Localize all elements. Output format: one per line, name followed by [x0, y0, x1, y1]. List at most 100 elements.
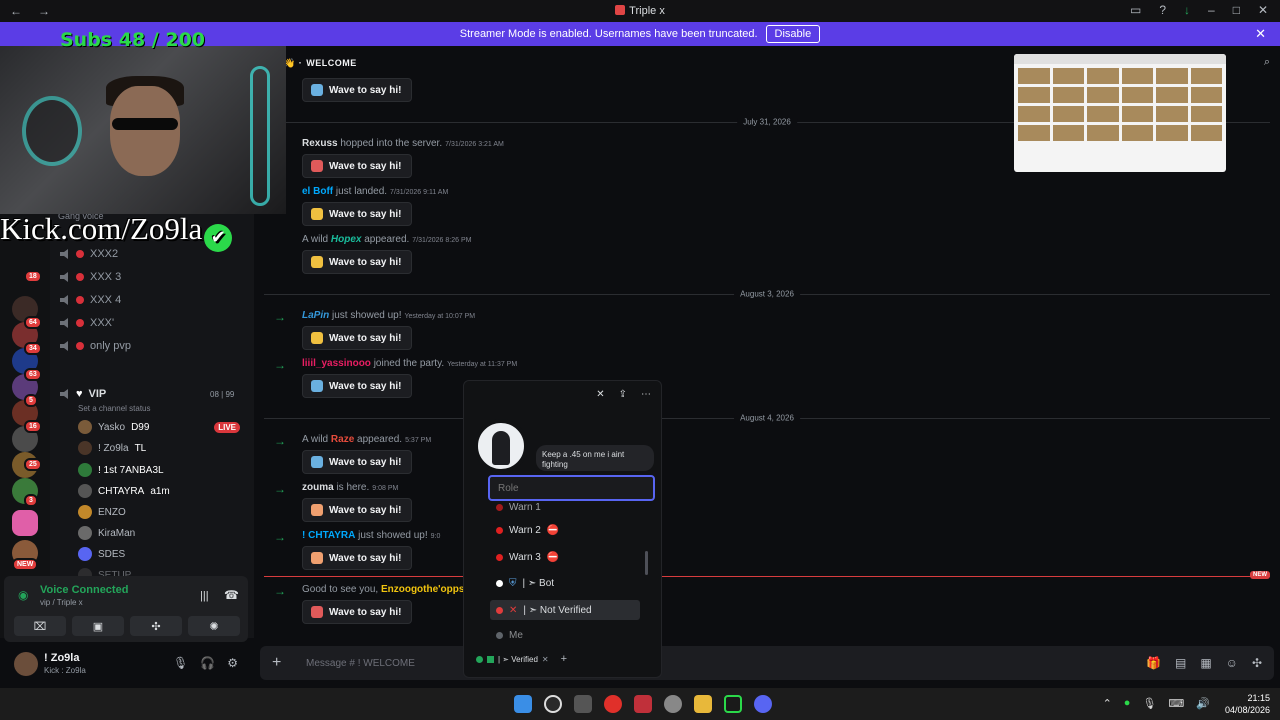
opera-icon[interactable]: [604, 695, 622, 713]
headphones-icon[interactable]: 🎧: [200, 656, 215, 670]
server-icon: [615, 5, 626, 15]
settings-icon[interactable]: ⚙: [227, 656, 238, 670]
message-composer[interactable]: + Message # ! WELCOME 🎁 ▤ ▦ ☺ ✣: [260, 646, 1274, 680]
unread-badge: 18: [24, 270, 42, 283]
inbox-icon[interactable]: ▭: [1130, 3, 1141, 17]
app-icon[interactable]: [574, 695, 592, 713]
voice-channel[interactable]: only pvp: [60, 336, 131, 356]
shield-icon: ⛨: [509, 577, 517, 589]
help-icon[interactable]: ?: [1159, 3, 1166, 17]
join-message: liiil_yassinooo joined the party. Yesterd…: [302, 358, 518, 369]
voice-channel[interactable]: XXX 4: [60, 290, 121, 310]
add-role-icon[interactable]: +: [561, 653, 567, 665]
activities-button[interactable]: ✣: [130, 616, 182, 636]
wave-button[interactable]: Wave to say hi!: [302, 498, 413, 522]
gif-icon[interactable]: ▤: [1175, 656, 1186, 670]
role-option[interactable]: Warn 3 ⛔: [490, 547, 640, 567]
wave-button[interactable]: Wave to say hi!: [302, 374, 413, 398]
disable-button[interactable]: Disable: [765, 25, 821, 43]
wave-button[interactable]: Wave to say hi!: [302, 202, 413, 226]
mic-icon[interactable]: 🎙: [1142, 697, 1156, 710]
verified-icon: ✔: [204, 224, 233, 252]
date-divider: August 3, 2026: [264, 289, 1270, 299]
volume-icon[interactable]: 🔊: [1196, 697, 1210, 710]
role-option[interactable]: ⛨ | ➣ Bot: [490, 573, 640, 593]
no-entry-icon: ⛔: [546, 551, 560, 563]
start-icon[interactable]: [514, 695, 532, 713]
search-icon[interactable]: ⌕: [1264, 56, 1270, 69]
voice-channel[interactable]: XXX 3: [60, 267, 121, 287]
disconnect-icon[interactable]: ☎: [224, 588, 239, 602]
voice-member[interactable]: ! Zo9la TL: [78, 439, 146, 457]
speaker-icon: [60, 389, 68, 399]
voice-member[interactable]: ! 1st 7ANBA3L: [78, 461, 164, 479]
add-attachment-icon[interactable]: +: [272, 654, 292, 672]
kick-icon[interactable]: [724, 695, 742, 713]
role-option[interactable]: Me: [490, 625, 640, 645]
settings-icon[interactable]: [664, 695, 682, 713]
mic-icon[interactable]: 🎙: [173, 656, 188, 670]
shield-icon[interactable]: ●: [1124, 697, 1131, 710]
voice-member[interactable]: SDES: [78, 545, 125, 563]
voice-channel-name[interactable]: vip / Triple x: [40, 598, 83, 607]
sticker-icon[interactable]: ▦: [1200, 656, 1211, 670]
wave-button[interactable]: Wave to say hi!: [302, 450, 413, 474]
maximize-icon[interactable]: □: [1233, 3, 1240, 17]
gift-icon[interactable]: 🎁: [1146, 656, 1161, 670]
unread-badge: 16: [24, 420, 42, 433]
wave-button[interactable]: Wave to say hi!: [302, 546, 413, 570]
username[interactable]: ! Zo9la: [44, 652, 79, 664]
screen-share-button[interactable]: ▣: [72, 616, 124, 636]
join-message: A wild Hopex appeared. 7/31/2026 8:26 PM: [302, 234, 472, 245]
more-icon[interactable]: ⋯: [641, 389, 651, 400]
wave-button[interactable]: Wave to say hi!: [302, 326, 413, 350]
remove-role-icon[interactable]: ✕: [542, 655, 549, 664]
emoji-icon[interactable]: ☺: [1226, 656, 1238, 670]
folder-icon[interactable]: [694, 695, 712, 713]
apps-icon[interactable]: ✣: [1252, 656, 1262, 670]
network-icon[interactable]: ⌨: [1168, 697, 1184, 710]
camera-button[interactable]: ⌧: [14, 616, 66, 636]
scrollbar[interactable]: [645, 551, 648, 575]
wave-button[interactable]: Wave to say hi!: [302, 78, 413, 102]
unread-badge: 25: [24, 458, 42, 471]
avatar[interactable]: [14, 652, 38, 676]
wave-button[interactable]: Wave to say hi!: [302, 600, 413, 624]
close-icon[interactable]: ✕: [1258, 3, 1268, 17]
download-icon[interactable]: ↓: [1184, 3, 1190, 17]
voice-member[interactable]: CHTAYRA a1m: [78, 482, 170, 500]
wave-button[interactable]: Wave to say hi!: [302, 154, 413, 178]
noise-icon[interactable]: |||: [200, 590, 209, 602]
user-limit: 08 | 99: [210, 390, 235, 399]
signal-icon[interactable]: ◉: [18, 588, 28, 602]
screenshot-thumbnail[interactable]: [1014, 54, 1226, 172]
voice-channel-vip[interactable]: ♥ VIP: [60, 384, 106, 404]
voice-member[interactable]: Yasko D99: [78, 418, 149, 436]
role-option[interactable]: ✕ | ➣ Not Verified: [490, 600, 640, 620]
role-option[interactable]: Warn 2 ⛔: [490, 520, 640, 540]
clock[interactable]: 21:15 04/08/2026: [1225, 692, 1270, 716]
profile-avatar[interactable]: [474, 419, 528, 473]
voice-member[interactable]: KiraMan: [78, 524, 135, 542]
wave-button[interactable]: Wave to say hi!: [302, 250, 413, 274]
join-arrow-icon: →: [274, 310, 286, 324]
add-friend-icon[interactable]: ✕: [596, 389, 604, 400]
close-banner-icon[interactable]: ✕: [1255, 26, 1266, 42]
invite-icon[interactable]: ⇪: [619, 389, 627, 400]
discord-icon[interactable]: [754, 695, 772, 713]
x-icon: ✕: [509, 604, 518, 616]
voice-channel[interactable]: XXX': [60, 313, 114, 333]
assigned-role-tag[interactable]: | ➣ Verified ✕ +: [476, 651, 567, 667]
speaker-icon: [60, 341, 68, 351]
channel-status-hint[interactable]: Set a channel status: [78, 404, 151, 413]
chevron-up-icon[interactable]: ⌃: [1103, 697, 1112, 710]
role-option[interactable]: Warn 1: [490, 497, 640, 517]
search-icon[interactable]: [544, 695, 562, 713]
soundboard-button[interactable]: ✺: [188, 616, 240, 636]
join-arrow-icon: →: [274, 530, 286, 544]
app-icon[interactable]: [634, 695, 652, 713]
subs-counter: Subs 48 / 200: [60, 29, 206, 51]
minimize-icon[interactable]: –: [1208, 3, 1215, 17]
voice-member[interactable]: ENZO: [78, 503, 126, 521]
server-icon-9[interactable]: [12, 510, 38, 536]
